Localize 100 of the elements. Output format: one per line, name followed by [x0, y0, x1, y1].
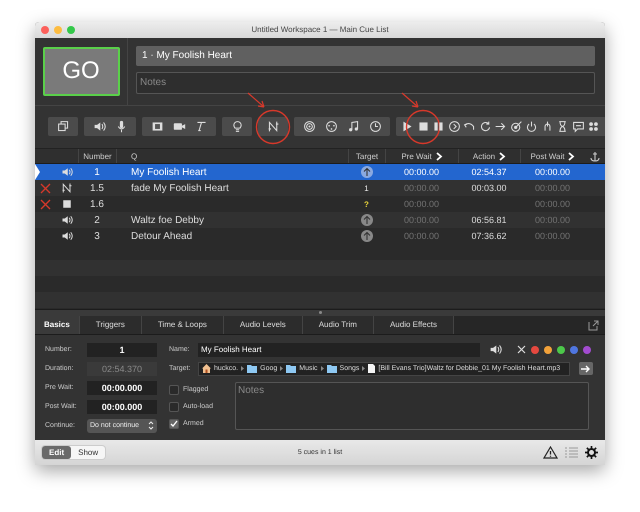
film-icon [150, 120, 164, 134]
column-title: Action [472, 152, 496, 161]
warning-icon[interactable] [543, 446, 558, 460]
clear-color-icon[interactable] [517, 345, 526, 354]
chevron-icon[interactable] [436, 152, 443, 161]
value-field[interactable]: 00:00.000 [87, 380, 157, 395]
post-wait-time: 00:00.00 [534, 199, 570, 210]
pause-icon [432, 120, 446, 134]
inspector-tab[interactable]: Audio Levels [224, 316, 303, 334]
mode-toggle[interactable]: Edit [42, 446, 72, 460]
checkbox[interactable] [169, 384, 179, 395]
name-field[interactable]: My Foolish Heart [198, 342, 480, 357]
stop-icon [60, 198, 72, 210]
document-icon [368, 364, 376, 374]
notes-field[interactable]: Notes [136, 72, 595, 94]
lightbulb-icon [230, 120, 244, 134]
speaker-icon [60, 166, 72, 178]
column-header[interactable]: Number [78, 149, 116, 164]
refresh-icon [478, 120, 492, 134]
stop-icon [416, 120, 430, 134]
column-title: Pre Wait [401, 152, 432, 161]
inspector-tab[interactable]: Triggers [80, 316, 142, 334]
chevron-icon [280, 366, 284, 372]
speaker-icon [60, 230, 72, 242]
color-dot[interactable] [531, 346, 539, 354]
cue-name: fade My Foolish Heart [131, 182, 229, 194]
pop-out-icon[interactable] [588, 320, 599, 331]
column-header[interactable]: Target [348, 149, 385, 164]
cue-number: 1.6 [89, 198, 105, 210]
value-field[interactable]: 00:00.000 [87, 400, 157, 414]
checkmark-icon [170, 420, 178, 428]
chevron-icon[interactable] [499, 152, 506, 161]
mode-toggle[interactable]: Show [71, 446, 106, 460]
stack-icon [56, 120, 70, 134]
pre-wait-time: 00:00.00 [404, 183, 440, 194]
inspector-tab[interactable]: Audio Effects [374, 316, 454, 334]
color-dot[interactable] [544, 346, 552, 354]
color-dot[interactable] [557, 346, 565, 354]
fade-icon [266, 120, 280, 134]
speaker-icon[interactable] [489, 343, 502, 356]
folder-icon [286, 364, 296, 373]
chevron-icon [320, 366, 324, 372]
value-field[interactable]: 1 [87, 342, 157, 357]
inspector-tab[interactable]: Basics [35, 316, 80, 334]
cue-row[interactable]: 1 My Foolish Heart 00:00.00 02:54.37 00:00.00 [35, 164, 605, 180]
column-title: Number [83, 152, 112, 161]
cue-name: My Foolish Heart [131, 166, 207, 178]
action-time: 07:36.62 [471, 231, 507, 242]
cue-number: 3 [93, 230, 101, 242]
reveal-button[interactable] [579, 362, 593, 376]
post-wait-time: 00:00.00 [534, 231, 570, 242]
column-header[interactable]: Q [116, 149, 348, 164]
music-note-icon [346, 120, 360, 134]
speech-bubble-icon [572, 120, 585, 134]
column-title: Target [356, 152, 378, 161]
target-arrow-icon [360, 230, 372, 242]
chevron-icon[interactable] [568, 152, 576, 161]
cue-name: Waltz foe Debby [131, 214, 204, 226]
checkbox[interactable] [169, 418, 179, 429]
column-header[interactable]: Action [458, 149, 520, 164]
folder-icon [326, 364, 337, 373]
target-text: 1 [364, 184, 369, 193]
dart-icon [510, 120, 523, 134]
cue-name-field[interactable]: 1 · My Foolish Heart [136, 46, 595, 66]
pre-wait-time: 00:00.00 [404, 231, 440, 242]
up-down-arrows-icon [148, 421, 154, 430]
cue-name: Detour Ahead [131, 230, 192, 242]
inspector-tab[interactable]: Audio Trim [302, 316, 374, 334]
home-icon [202, 364, 211, 374]
action-time: 06:56.81 [471, 215, 507, 226]
target-arrow-icon [360, 214, 372, 226]
cue-number: 1 [93, 166, 101, 178]
speaker-icon [92, 120, 106, 134]
color-dot[interactable] [570, 346, 578, 354]
splitter-handle[interactable] [318, 311, 322, 314]
anchor-icon[interactable] [590, 150, 600, 162]
post-wait-time: 00:00.00 [534, 167, 570, 178]
column-header[interactable]: Post Wait [520, 149, 585, 164]
checkbox[interactable] [169, 402, 179, 412]
chevron-icon [241, 366, 244, 372]
cue-row[interactable]: 2 Waltz foe Debby 00:00.00 06:56.81 00:00.00 [35, 212, 605, 228]
connector-icon [324, 120, 338, 134]
cue-number: 2 [93, 214, 101, 226]
post-wait-time: 00:00.00 [534, 215, 570, 226]
dots-icon [587, 120, 600, 134]
folder-icon [247, 364, 258, 373]
settings-icon[interactable] [585, 446, 598, 460]
cue-row[interactable]: 1.5 fade My Foolish Heart 1 00:00.00 00:03.00 00:00.00 [35, 180, 605, 196]
notes-field[interactable]: Notes [235, 382, 589, 430]
color-dot[interactable] [583, 346, 591, 354]
target-arrow-icon [360, 166, 372, 178]
go-button[interactable]: GO [42, 46, 120, 96]
arrow-icon [581, 364, 591, 373]
inspector-tab[interactable]: Time & Loops [142, 316, 224, 334]
speaker-icon [60, 214, 72, 226]
chevron-icon [362, 366, 366, 372]
text-icon [194, 120, 208, 134]
column-header[interactable]: Pre Wait [385, 149, 458, 164]
post-wait-time: 00:00.00 [534, 183, 570, 194]
action-time: 02:54.37 [471, 167, 507, 178]
